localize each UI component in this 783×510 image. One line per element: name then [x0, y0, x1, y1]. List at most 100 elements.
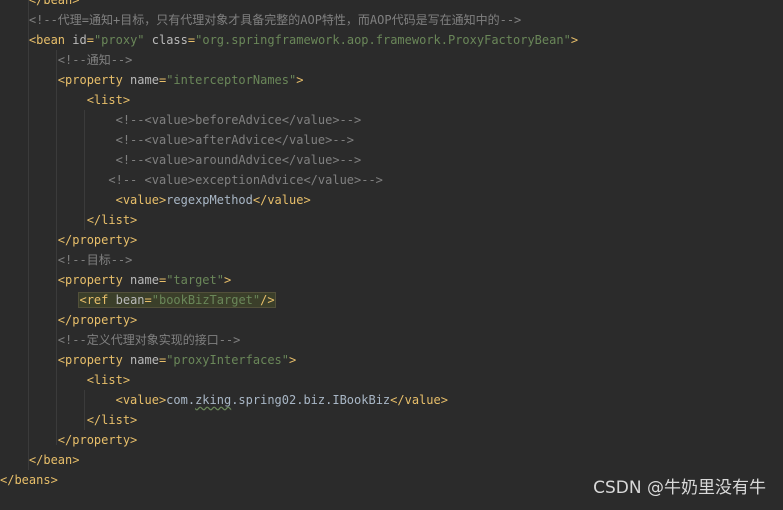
- xml-comment: <!--通知-->: [57, 53, 133, 67]
- element-text: [0, 353, 58, 367]
- code-line[interactable]: <!--通知-->: [0, 50, 578, 70]
- code-line[interactable]: </property>: [0, 310, 578, 330]
- element-text: [0, 153, 116, 167]
- attribute-name: bean: [108, 293, 145, 307]
- element-text: [0, 333, 58, 347]
- element-text: [0, 373, 87, 387]
- element-text: [0, 73, 58, 87]
- element-text: [0, 93, 87, 107]
- element-text: [0, 453, 29, 467]
- element-text: [0, 133, 116, 147]
- code-line[interactable]: <property name="target">: [0, 270, 578, 290]
- xml-comment: <!--<value>aroundAdvice</value>-->: [115, 153, 362, 167]
- code-line[interactable]: <!--<value>beforeAdvice</value>-->: [0, 110, 578, 130]
- element-text: [0, 53, 58, 67]
- tag-token: <list>: [86, 93, 131, 107]
- code-line[interactable]: <list>: [0, 370, 578, 390]
- attribute-value: "target": [166, 273, 224, 287]
- element-text: [0, 193, 116, 207]
- attribute-value: "bookBizTarget": [151, 293, 261, 307]
- code-line[interactable]: </bean>: [0, 450, 578, 470]
- element-text: [0, 253, 58, 267]
- code-line[interactable]: </property>: [0, 230, 578, 250]
- code-line[interactable]: </list>: [0, 210, 578, 230]
- attribute-name: name: [122, 353, 159, 367]
- code-line[interactable]: <!--<value>afterAdvice</value>-->: [0, 130, 578, 150]
- tag-token: <property: [57, 73, 123, 87]
- attribute-name: id: [65, 33, 87, 47]
- element-text: [0, 273, 58, 287]
- code-line[interactable]: <list>: [0, 90, 578, 110]
- tag-token: >: [570, 33, 579, 47]
- tag-token: />: [260, 293, 275, 307]
- attribute-name: class: [144, 33, 188, 47]
- attribute-value: "proxy": [93, 33, 145, 47]
- attribute-value: "proxyInterfaces": [166, 353, 290, 367]
- element-text: regexpMethod: [166, 193, 253, 207]
- tag-token: </property>: [57, 233, 138, 247]
- tag-token: <value>: [115, 393, 167, 407]
- element-text: com.: [166, 393, 196, 407]
- code-line[interactable]: <property name="interceptorNames">: [0, 70, 578, 90]
- element-text: [0, 313, 58, 327]
- attribute-value: "org.springframework.aop.framework.Proxy…: [195, 33, 571, 47]
- code-line[interactable]: <!--定义代理对象实现的接口-->: [0, 330, 578, 350]
- element-text: [0, 213, 87, 227]
- watermark: CSDN @牛奶里没有牛: [593, 478, 766, 498]
- tag-token: </beans>: [0, 473, 58, 487]
- tag-token: </value>: [252, 193, 311, 207]
- tag-token: >: [289, 353, 297, 367]
- xml-comment: <!--<value>beforeAdvice</value>-->: [115, 113, 362, 127]
- tag-token: <property: [57, 273, 123, 287]
- tag-token: >: [223, 273, 232, 287]
- element-text: [0, 173, 108, 187]
- xml-comment: <!--定义代理对象实现的接口-->: [57, 333, 241, 347]
- code-line[interactable]: </list>: [0, 410, 578, 430]
- spelling-warning: zking: [195, 393, 232, 407]
- code-line[interactable]: <value>com.zking.spring02.biz.IBookBiz</…: [0, 390, 578, 410]
- tag-token: <value>: [115, 193, 167, 207]
- code-line[interactable]: <!--<value>aroundAdvice</value>-->: [0, 150, 578, 170]
- element-text: [0, 13, 29, 27]
- element-text: [0, 393, 116, 407]
- code-line[interactable]: <!--代理=通知+目标，只有代理对象才具备完整的AOP特性，而AOP代码是写在…: [0, 10, 578, 30]
- tag-punct: =: [144, 293, 152, 307]
- code-editor[interactable]: </bean> <!--代理=通知+目标，只有代理对象才具备完整的AOP特性，而…: [0, 0, 783, 510]
- xml-comment: <!--目标-->: [57, 253, 133, 267]
- element-text: [0, 413, 87, 427]
- tag-token: <ref: [79, 293, 109, 307]
- element-text: [0, 433, 58, 447]
- code-line[interactable]: </property>: [0, 430, 578, 450]
- element-text: [0, 0, 29, 7]
- code-line[interactable]: </bean>: [0, 0, 578, 10]
- tag-token: </list>: [86, 213, 138, 227]
- code-line[interactable]: <ref bean="bookBizTarget"/>: [0, 290, 578, 310]
- attribute-name: name: [122, 273, 159, 287]
- tag-token: </value>: [390, 393, 448, 407]
- element-text: [0, 33, 29, 47]
- tag-token: </property>: [57, 313, 138, 327]
- highlighted-ref-tag[interactable]: <ref bean="bookBizTarget"/>: [78, 292, 276, 308]
- tag-token: <list>: [86, 373, 131, 387]
- code-line[interactable]: <bean id="proxy" class="org.springframew…: [0, 30, 578, 50]
- code-line[interactable]: <!--目标-->: [0, 250, 578, 270]
- tag-token: </property>: [57, 433, 138, 447]
- code-lines: </bean> <!--代理=通知+目标，只有代理对象才具备完整的AOP特性，而…: [0, 0, 578, 490]
- xml-comment: <!--代理=通知+目标，只有代理对象才具备完整的AOP特性，而AOP代码是写在…: [28, 13, 522, 27]
- element-text: [0, 293, 79, 307]
- code-line[interactable]: </beans>: [0, 470, 578, 490]
- tag-punct: =: [86, 33, 94, 47]
- element-text: [0, 113, 116, 127]
- tag-token: </list>: [86, 413, 138, 427]
- xml-comment: <!-- <value>exceptionAdvice</value>-->: [108, 173, 383, 187]
- code-line[interactable]: <property name="proxyInterfaces">: [0, 350, 578, 370]
- code-line[interactable]: <value>regexpMethod</value>: [0, 190, 578, 210]
- code-line[interactable]: <!-- <value>exceptionAdvice</value>-->: [0, 170, 578, 190]
- tag-token: </bean>: [28, 453, 80, 467]
- tag-token: <bean: [28, 33, 66, 47]
- element-text: .spring02.biz.IBookBiz: [231, 393, 391, 407]
- element-text: [0, 233, 58, 247]
- tag-token: <property: [57, 353, 123, 367]
- xml-comment: <!--<value>afterAdvice</value>-->: [115, 133, 355, 147]
- attribute-name: name: [122, 73, 159, 87]
